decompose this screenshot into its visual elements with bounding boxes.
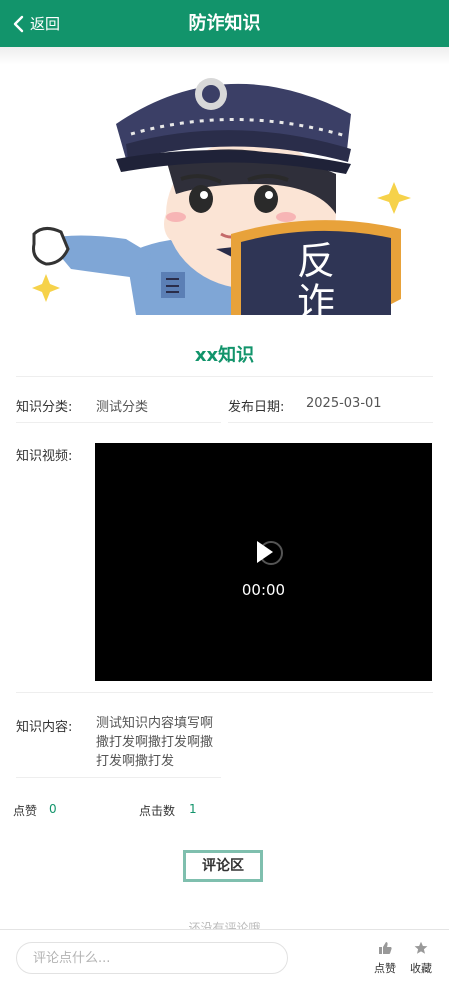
header-shadow bbox=[0, 47, 449, 65]
video-time: 00:00 bbox=[241, 581, 286, 599]
like-button[interactable]: 点赞 bbox=[369, 940, 401, 976]
comment-section-button[interactable]: 评论区 bbox=[183, 850, 263, 882]
divider bbox=[16, 422, 221, 423]
divider bbox=[16, 692, 433, 693]
video-label: 知识视频: bbox=[16, 449, 73, 464]
favorite-label: 收藏 bbox=[410, 962, 432, 975]
category-value: 测试分类 bbox=[96, 400, 149, 415]
back-label: 返回 bbox=[30, 15, 61, 33]
divider bbox=[228, 422, 433, 423]
knowledge-title: xx知识 bbox=[16, 336, 433, 377]
police-cartoon-illustration: 反 诈 bbox=[32, 78, 411, 315]
content-value: 测试知识内容填写啊撒打发啊撒打发啊撒打发啊撒打发 bbox=[96, 716, 214, 769]
clicks-count: 1 bbox=[189, 802, 197, 816]
bottom-action-bar: 点赞 收藏 bbox=[0, 929, 449, 986]
likes-count: 0 bbox=[49, 802, 57, 816]
back-button[interactable]: 返回 bbox=[12, 0, 60, 47]
video-player[interactable]: 00:00 bbox=[95, 443, 432, 681]
svg-text:诈: 诈 bbox=[297, 280, 335, 315]
likes-label: 点赞 bbox=[13, 804, 38, 818]
chevron-left-icon bbox=[13, 15, 24, 32]
star-icon bbox=[414, 941, 428, 954]
play-icon[interactable] bbox=[249, 535, 285, 571]
divider bbox=[16, 777, 221, 778]
comment-input[interactable] bbox=[16, 942, 288, 974]
thumbs-up-icon bbox=[379, 942, 392, 954]
page-title: 防诈知识 bbox=[188, 13, 261, 34]
clicks-label: 点击数 bbox=[139, 804, 176, 818]
content-label: 知识内容: bbox=[16, 720, 73, 735]
category-label: 知识分类: bbox=[16, 400, 73, 415]
favorite-button[interactable]: 收藏 bbox=[405, 940, 437, 976]
banner-image: 反 诈 bbox=[16, 64, 433, 315]
like-label: 点赞 bbox=[374, 962, 396, 975]
date-value: 2025-03-01 bbox=[306, 396, 382, 411]
date-label: 发布日期: bbox=[228, 400, 285, 415]
app-header: 返回 防诈知识 bbox=[0, 0, 449, 47]
shield-text: 反 bbox=[297, 239, 335, 283]
